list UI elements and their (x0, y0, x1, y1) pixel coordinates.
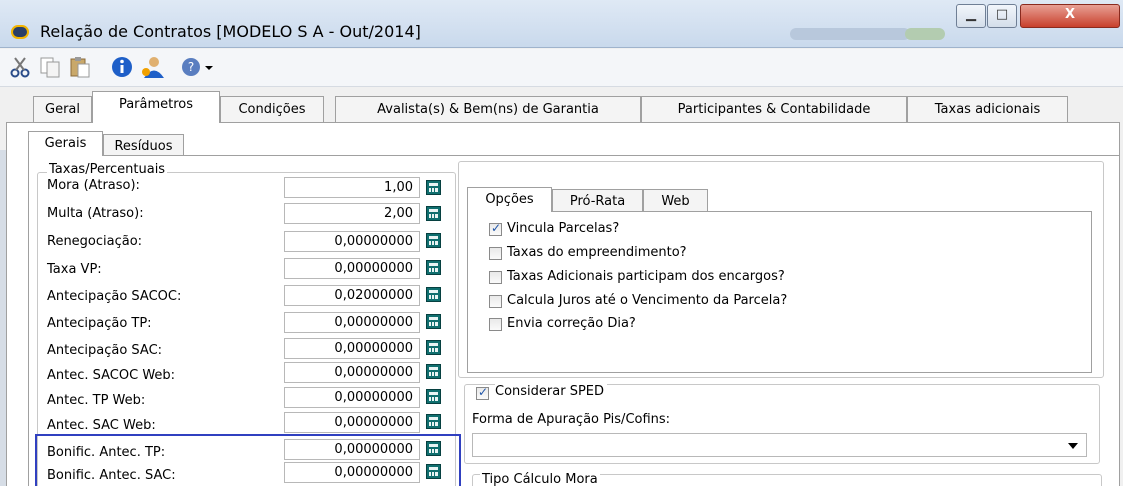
subtab-residuos[interactable]: Resíduos (103, 134, 184, 156)
tab-pro-rata[interactable]: Pró-Rata (552, 189, 643, 211)
cut-icon[interactable] (8, 55, 32, 79)
label-antec-tp-web: Antec. TP Web: (47, 393, 146, 408)
subtab-gerais[interactable]: Gerais (28, 131, 103, 156)
label-calcula-juros: Calcula Juros até o Vencimento da Parcel… (507, 293, 788, 308)
toolbar: ? (0, 49, 1123, 87)
field-mora[interactable]: 1,00 (284, 177, 420, 198)
label-multa: Multa (Atraso): (47, 206, 144, 221)
taxas-group-title: Taxas/Percentuais (47, 162, 168, 177)
tab-geral[interactable]: Geral (33, 96, 92, 122)
calculator-icon[interactable] (426, 314, 441, 329)
forma-apuracao-select[interactable] (472, 433, 1087, 457)
svg-text:?: ? (188, 60, 194, 74)
field-renegociacao[interactable]: 0,00000000 (284, 231, 420, 252)
label-mora: Mora (Atraso): (47, 178, 140, 193)
label-vincula-parcelas: Vincula Parcelas? (507, 221, 620, 236)
user-icon[interactable] (140, 55, 166, 79)
app-icon (11, 25, 29, 39)
checkbox-considerar-sped[interactable] (476, 385, 489, 400)
calculator-icon[interactable] (426, 233, 441, 248)
chevron-down-icon (1068, 443, 1078, 449)
checkbox-taxas-adicionais[interactable] (489, 271, 502, 284)
highlight-box (35, 434, 461, 486)
field-antec-sacoc-web[interactable]: 0,00000000 (284, 362, 420, 383)
checkbox-taxas-empreendimento[interactable] (489, 247, 502, 260)
calculator-icon[interactable] (426, 389, 441, 404)
window-title: Relação de Contratos [MODELO S A - Out/2… (40, 22, 421, 41)
field-multa[interactable]: 2,00 (284, 203, 420, 224)
calculator-icon[interactable] (426, 414, 441, 429)
field-antecipacao-sacoc[interactable]: 0,02000000 (284, 285, 420, 306)
dropdown-arrow-icon[interactable] (203, 55, 215, 79)
info-icon[interactable] (110, 55, 134, 79)
main-tabs: Geral Parâmetros Condições Avalista(s) &… (0, 90, 1123, 206)
checkbox-vincula-parcelas[interactable] (489, 221, 502, 236)
label-antec-sacoc-web: Antec. SACOC Web: (47, 368, 176, 383)
label-envia-correcao: Envia correção Dia? (507, 316, 636, 331)
calculator-icon[interactable] (426, 287, 441, 302)
tab-avalistas[interactable]: Avalista(s) & Bem(ns) de Garantia (335, 96, 641, 122)
label-antecipacao-tp: Antecipação TP: (47, 316, 152, 331)
tipo-calculo-mora-title: Tipo Cálculo Mora (480, 472, 600, 486)
calculator-icon[interactable] (426, 260, 441, 275)
maximize-button[interactable]: □ (987, 4, 1017, 28)
title-bar[interactable]: Relação de Contratos [MODELO S A - Out/2… (0, 0, 1123, 48)
paste-icon[interactable] (68, 55, 92, 79)
field-antec-tp-web[interactable]: 0,00000000 (284, 387, 420, 408)
blurred-taskbar-area (790, 28, 910, 40)
checkbox-envia-correcao[interactable] (489, 318, 502, 331)
field-antec-sac-web[interactable]: 0,00000000 (284, 412, 420, 433)
field-antecipacao-tp[interactable]: 0,00000000 (284, 312, 420, 333)
label-taxas-empreendimento: Taxas do empreendimento? (507, 245, 687, 260)
tab-opcoes[interactable]: Opções (467, 187, 552, 212)
tab-condicoes[interactable]: Condições (220, 96, 324, 122)
calculator-icon[interactable] (426, 180, 441, 195)
checkbox-calcula-juros[interactable] (489, 295, 502, 308)
contracts-window: Relação de Contratos [MODELO S A - Out/2… (0, 0, 1123, 486)
label-considerar-sped: Considerar SPED (495, 384, 608, 399)
label-antecipacao-sac: Antecipação SAC: (47, 343, 163, 358)
label-forma-apuracao: Forma de Apuração Pis/Cofins: (472, 412, 671, 427)
blurred-taskbar-area (905, 28, 945, 40)
calculator-icon[interactable] (426, 340, 441, 355)
label-taxa-vp: Taxa VP: (47, 262, 102, 277)
copy-icon[interactable] (38, 55, 62, 79)
label-antec-sac-web: Antec. SAC Web: (47, 418, 156, 433)
tab-web[interactable]: Web (643, 189, 708, 211)
label-antecipacao-sacoc: Antecipação SACOC: (47, 289, 182, 304)
field-taxa-vp[interactable]: 0,00000000 (284, 258, 420, 279)
calculator-icon[interactable] (426, 364, 441, 379)
calculator-icon[interactable] (426, 206, 441, 221)
tab-participantes[interactable]: Participantes & Contabilidade (641, 96, 907, 122)
minimize-button[interactable]: ▁ (956, 4, 986, 28)
close-button[interactable]: X (1020, 4, 1120, 28)
tab-parametros[interactable]: Parâmetros (92, 91, 220, 123)
tab-taxas-adicionais[interactable]: Taxas adicionais (907, 96, 1068, 122)
label-renegociacao: Renegociação: (47, 234, 143, 249)
label-taxas-adicionais: Taxas Adicionais participam dos encargos… (507, 269, 785, 284)
help-icon[interactable]: ? (180, 55, 202, 79)
field-antecipacao-sac[interactable]: 0,00000000 (284, 338, 420, 359)
